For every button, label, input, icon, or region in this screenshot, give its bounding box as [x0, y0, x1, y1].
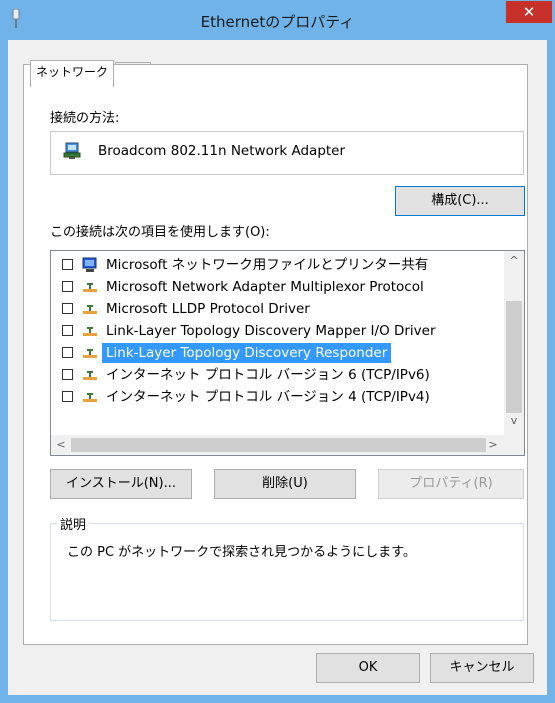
adapter-name: Broadcom 802.11n Network Adapter — [98, 143, 346, 159]
item-checkbox[interactable] — [62, 325, 73, 336]
vertical-scrollbar[interactable]: ^ v — [504, 251, 524, 435]
protocol-icon — [83, 283, 97, 292]
protocol-icon — [83, 327, 97, 336]
item-checkbox[interactable] — [62, 259, 73, 270]
uninstall-button[interactable]: 削除(U) — [214, 469, 356, 499]
ok-button[interactable]: OK — [316, 653, 420, 683]
item-label: インターネット プロトコル バージョン 6 (TCP/IPv6) — [106, 367, 430, 383]
item-label: Microsoft Network Adapter Multiplexor Pr… — [106, 279, 424, 295]
horizontal-scroll-thumb[interactable] — [71, 438, 486, 452]
list-item[interactable]: Link-Layer Topology Discovery Mapper I/O… — [51, 320, 501, 342]
list-item[interactable]: Microsoft LLDP Protocol Driver — [51, 298, 501, 320]
vertical-scroll-thumb[interactable] — [506, 301, 522, 413]
title-bar[interactable]: Ethernetのプロパティ ✕ — [0, 0, 555, 40]
cancel-button[interactable]: キャンセル — [430, 653, 534, 683]
list-item[interactable]: インターネット プロトコル バージョン 4 (TCP/IPv4) — [51, 386, 501, 408]
properties-dialog: Ethernetのプロパティ ✕ ネットワーク 共有 接続の方法: Broadc… — [0, 0, 555, 703]
item-label: Link-Layer Topology Discovery Mapper I/O… — [106, 323, 436, 339]
list-item[interactable]: Microsoft Network Adapter Multiplexor Pr… — [51, 276, 501, 298]
list-item[interactable]: インターネット プロトコル バージョン 6 (TCP/IPv6) — [51, 364, 501, 386]
horizontal-scrollbar[interactable]: < > — [51, 435, 524, 455]
list-item[interactable]: Microsoft ネットワーク用ファイルとプリンター共有 — [51, 254, 501, 276]
configure-button[interactable]: 構成(C)... — [395, 186, 525, 216]
install-button[interactable]: インストール(N)... — [50, 469, 192, 499]
item-label: インターネット プロトコル バージョン 4 (TCP/IPv4) — [106, 389, 430, 405]
description-title: 説明 — [57, 514, 90, 533]
computer-icon — [82, 257, 97, 272]
description-text: この PC がネットワークで探索され見つかるようにします。 — [67, 545, 416, 560]
scroll-down-icon[interactable]: v — [504, 411, 524, 431]
item-checkbox[interactable] — [62, 391, 73, 402]
close-button[interactable]: ✕ — [506, 1, 552, 23]
protocol-icon — [83, 349, 97, 358]
item-checkbox[interactable] — [62, 369, 73, 380]
network-adapter-icon — [63, 142, 81, 159]
tab-network[interactable]: ネットワーク — [30, 60, 115, 87]
item-checkbox[interactable] — [62, 281, 73, 292]
item-label: Link-Layer Topology Discovery Responder — [102, 343, 392, 363]
item-label: Microsoft ネットワーク用ファイルとプリンター共有 — [106, 257, 429, 273]
connect-using-label: 接続の方法: — [50, 111, 120, 126]
item-checkbox[interactable] — [62, 347, 73, 358]
item-label: Microsoft LLDP Protocol Driver — [106, 301, 310, 317]
protocol-icon — [83, 371, 97, 380]
items-label: この接続は次の項目を使用します(O): — [50, 225, 270, 240]
item-checkbox[interactable] — [62, 303, 73, 314]
list-item-selected[interactable]: Link-Layer Topology Discovery Responder — [51, 342, 501, 364]
scroll-up-icon[interactable]: ^ — [504, 251, 524, 271]
scroll-right-icon[interactable]: > — [483, 435, 503, 455]
adapter-box: Broadcom 802.11n Network Adapter — [50, 131, 524, 175]
protocol-icon — [83, 393, 97, 402]
protocol-icon — [83, 305, 97, 314]
components-list[interactable]: Microsoft ネットワーク用ファイルとプリンター共有 Microsoft … — [50, 250, 525, 456]
window-title: Ethernetのプロパティ — [200, 13, 355, 31]
properties-button[interactable]: プロパティ(R) — [378, 469, 524, 499]
scroll-left-icon[interactable]: < — [51, 435, 71, 455]
description-group — [50, 523, 524, 621]
